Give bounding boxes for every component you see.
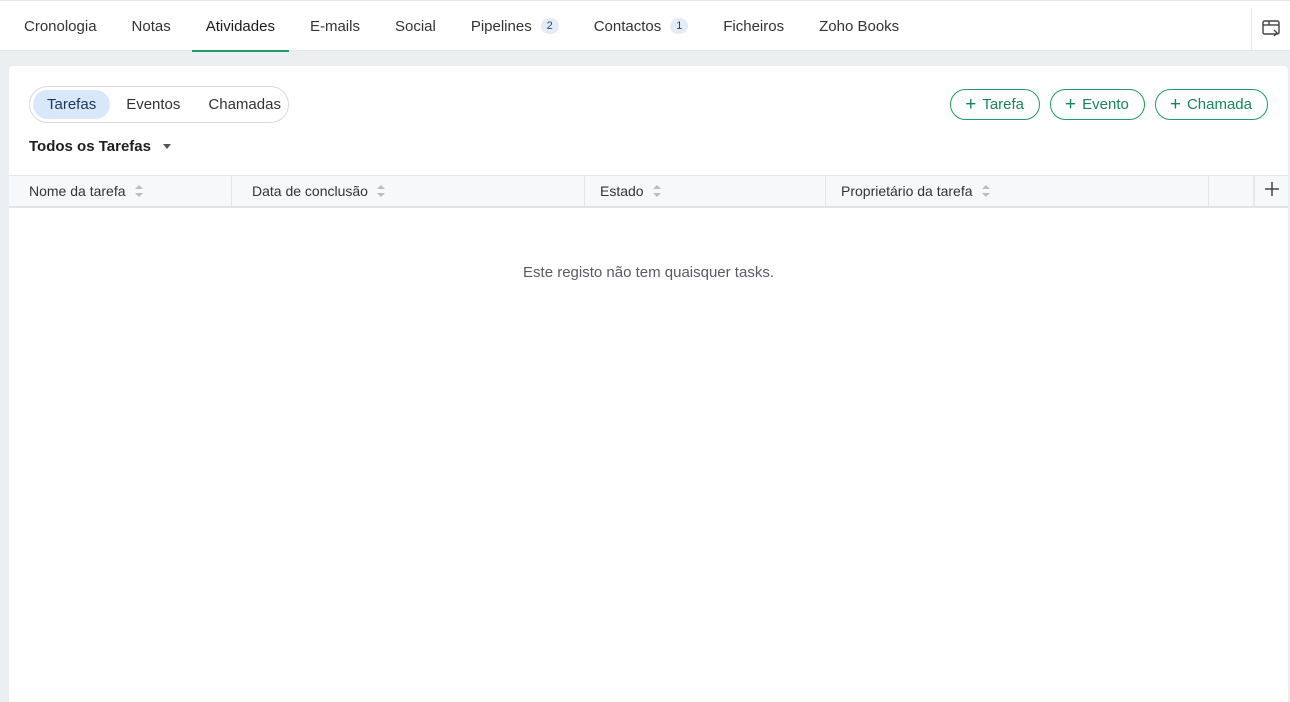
tab-label: Zoho Books	[819, 17, 900, 35]
activity-type-switch: Tarefas Eventos Chamadas	[29, 86, 289, 123]
column-label: Data de conclusão	[252, 183, 368, 199]
tab-label: Pipelines	[470, 17, 532, 35]
add-chamada-button[interactable]: + Chamada	[1154, 89, 1268, 120]
tab-cronologia[interactable]: Cronologia	[10, 1, 111, 51]
column-header-estado[interactable]: Estado	[585, 176, 826, 206]
button-label: Chamada	[1186, 96, 1252, 113]
segment-chamadas[interactable]: Chamadas	[194, 90, 295, 119]
segment-label: Chamadas	[208, 96, 281, 113]
activities-panel: Tarefas Eventos Chamadas + Tarefa + Even…	[9, 66, 1288, 702]
tab-label: E-mails	[309, 17, 360, 35]
button-label: Evento	[1082, 96, 1129, 113]
tab-pipelines[interactable]: Pipelines 2	[457, 1, 573, 51]
column-label: Nome da tarefa	[29, 183, 126, 199]
filter-label: Todos os Tarefas	[29, 138, 151, 155]
count-badge: 1	[670, 18, 689, 34]
tab-zoho-books[interactable]: Zoho Books	[805, 1, 913, 51]
column-header-proprietario[interactable]: Proprietário da tarefa	[826, 176, 1209, 206]
plus-icon	[1264, 182, 1279, 200]
tab-notas[interactable]: Notas	[118, 1, 185, 51]
plus-icon: +	[1169, 94, 1181, 115]
tab-label: Atividades	[205, 17, 275, 35]
segment-label: Tarefas	[47, 96, 97, 113]
column-header-nome[interactable]: Nome da tarefa	[9, 176, 232, 206]
empty-state-message: Este registo não tem quaisquer tasks.	[523, 264, 774, 281]
button-label: Tarefa	[982, 96, 1025, 113]
sort-icon[interactable]	[981, 185, 990, 197]
plus-icon: +	[965, 94, 977, 115]
add-tarefa-button[interactable]: + Tarefa	[950, 89, 1041, 120]
plus-icon: +	[1065, 94, 1077, 115]
add-buttons: + Tarefa + Evento + Chamada	[940, 89, 1268, 120]
add-column-button[interactable]	[1254, 176, 1288, 206]
panel-toggle-button[interactable]	[1251, 8, 1290, 51]
column-header-data-conclusao[interactable]: Data de conclusão	[232, 176, 585, 206]
panel-toggle-icon	[1261, 18, 1281, 42]
sort-icon[interactable]	[376, 185, 385, 197]
segment-label: Eventos	[126, 96, 181, 113]
add-evento-button[interactable]: + Evento	[1050, 89, 1145, 120]
count-badge: 2	[540, 18, 559, 34]
tab-atividades[interactable]: Atividades	[191, 1, 290, 52]
tab-ficheiros[interactable]: Ficheiros	[709, 1, 798, 51]
tab-emails[interactable]: E-mails	[296, 1, 374, 51]
tabs: Cronologia Notas Atividades E-mails Soci…	[10, 1, 920, 52]
segment-tarefas[interactable]: Tarefas	[33, 90, 111, 119]
tab-label: Social	[394, 17, 436, 35]
tab-label: Ficheiros	[723, 17, 785, 35]
tab-label: Contactos	[593, 17, 662, 35]
tab-bar: Cronologia Notas Atividades E-mails Soci…	[0, 0, 1290, 52]
column-label: Proprietário da tarefa	[841, 183, 973, 199]
segment-eventos[interactable]: Eventos	[112, 90, 194, 119]
sort-icon[interactable]	[652, 185, 661, 197]
table-header: Nome da tarefa Data de conclusão Estado …	[9, 175, 1288, 208]
caret-down-icon	[162, 144, 171, 149]
sort-icon[interactable]	[134, 185, 143, 197]
column-spacer	[1209, 176, 1254, 206]
filter-dropdown[interactable]: Todos os Tarefas	[29, 138, 171, 155]
tab-social[interactable]: Social	[381, 1, 450, 51]
column-label: Estado	[600, 183, 644, 199]
tab-label: Cronologia	[24, 17, 97, 35]
tab-contactos[interactable]: Contactos 1	[580, 1, 703, 51]
tab-label: Notas	[131, 17, 171, 35]
